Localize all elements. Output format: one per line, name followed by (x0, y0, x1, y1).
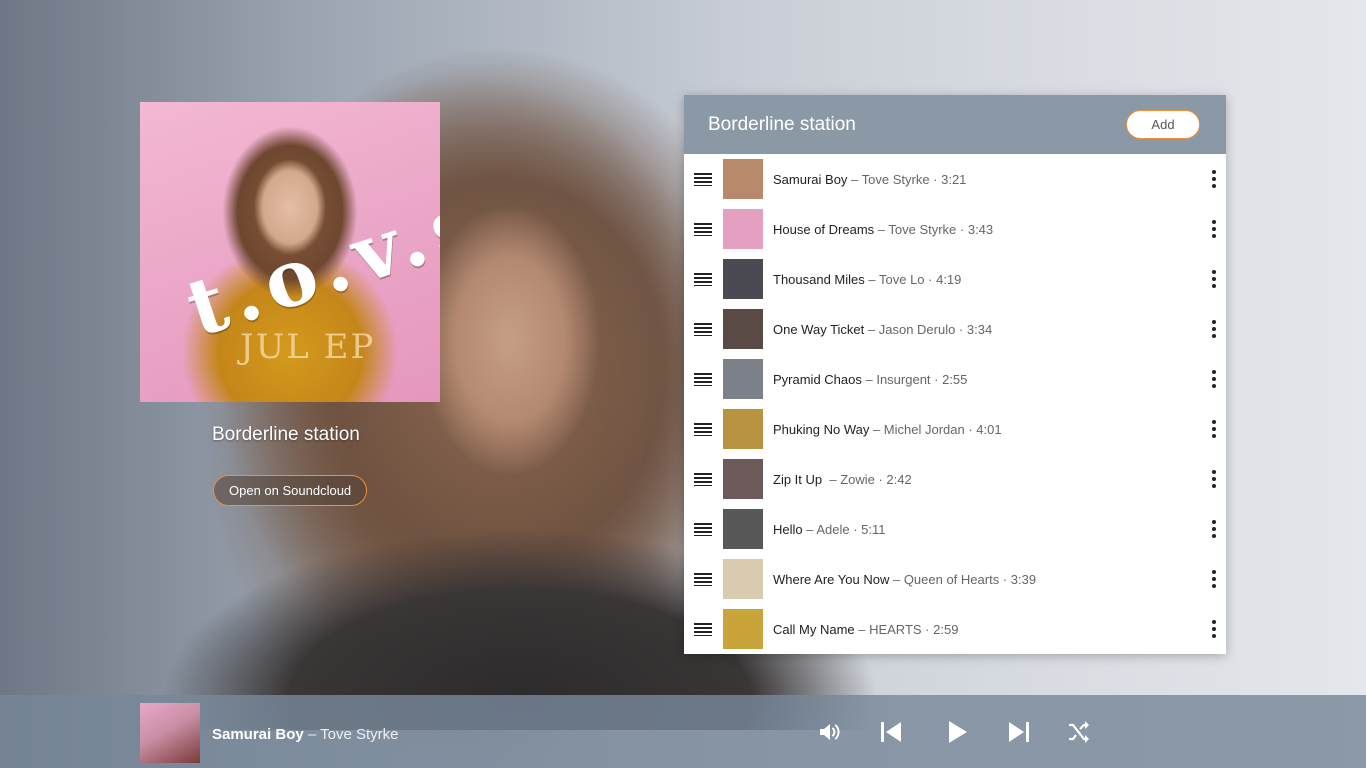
playlist-title: Borderline station (708, 114, 856, 135)
drag-handle-icon[interactable] (694, 172, 712, 186)
more-options-icon[interactable] (1210, 520, 1218, 538)
track-title: Where Are You Now (773, 571, 890, 587)
more-options-icon[interactable] (1210, 270, 1218, 288)
track-row[interactable]: Zip It Up – Zowie · 2:42 (684, 454, 1226, 504)
track-row[interactable]: Pyramid Chaos – Insurgent · 2:55 (684, 354, 1226, 404)
player-bar: Samurai Boy – Tove Styrke (0, 695, 1366, 768)
station-title: Borderline station (212, 424, 360, 445)
play-icon[interactable] (945, 720, 969, 744)
track-details: – Michel Jordan · 4:01 (869, 421, 1002, 437)
playlist-panel: Borderline station Add Samurai Boy – Tov… (684, 95, 1226, 654)
track-details: – HEARTS · 2:59 (854, 621, 959, 637)
playlist-header: Borderline station Add (684, 95, 1226, 154)
drag-handle-icon[interactable] (694, 622, 712, 636)
track-title: Samurai Boy (773, 171, 848, 187)
track-thumbnail (723, 609, 763, 649)
track-thumbnail (723, 359, 763, 399)
more-options-icon[interactable] (1210, 420, 1218, 438)
track-details: – Adele · 5:11 (802, 521, 886, 537)
track-row[interactable]: House of Dreams – Tove Styrke · 3:43 (684, 204, 1226, 254)
volume-icon[interactable] (818, 720, 842, 744)
track-title: Zip It Up (773, 471, 823, 487)
next-icon[interactable] (1007, 720, 1031, 744)
drag-handle-icon[interactable] (694, 522, 712, 536)
track-list: Samurai Boy – Tove Styrke · 3:21 House o… (684, 154, 1226, 654)
track-row[interactable]: Phuking No Way – Michel Jordan · 4:01 (684, 404, 1226, 454)
track-row[interactable]: Where Are You Now – Queen of Hearts · 3:… (684, 554, 1226, 604)
track-details: – Tove Styrke · 3:21 (847, 171, 967, 187)
track-thumbnail (723, 159, 763, 199)
track-title: Pyramid Chaos (773, 371, 862, 387)
track-details: – Zowie · 2:42 (822, 471, 912, 487)
more-options-icon[interactable] (1210, 320, 1218, 338)
track-row[interactable]: Samurai Boy – Tove Styrke · 3:21 (684, 154, 1226, 204)
more-options-icon[interactable] (1210, 370, 1218, 388)
shuffle-icon[interactable] (1067, 720, 1091, 744)
track-thumbnail (723, 559, 763, 599)
track-title: Thousand Miles (773, 271, 865, 287)
track-title: House of Dreams (773, 221, 875, 237)
track-row[interactable]: Call My Name – HEARTS · 2:59 (684, 604, 1226, 654)
track-thumbnail (723, 459, 763, 499)
track-details: – Tove Lo · 4:19 (864, 271, 962, 287)
track-thumbnail (723, 409, 763, 449)
track-thumbnail (723, 509, 763, 549)
album-art: t.o.v.s JUL EP (140, 102, 440, 402)
track-title: One Way Ticket (773, 321, 865, 337)
now-playing-text: Samurai Boy – Tove Styrke (212, 726, 398, 743)
track-row[interactable]: Thousand Miles – Tove Lo · 4:19 (684, 254, 1226, 304)
previous-icon[interactable] (879, 720, 903, 744)
more-options-icon[interactable] (1210, 620, 1218, 638)
drag-handle-icon[interactable] (694, 272, 712, 286)
more-options-icon[interactable] (1210, 570, 1218, 588)
track-thumbnail (723, 259, 763, 299)
track-title: Call My Name (773, 621, 855, 637)
drag-handle-icon[interactable] (694, 222, 712, 236)
more-options-icon[interactable] (1210, 470, 1218, 488)
track-thumbnail (723, 209, 763, 249)
track-thumbnail (723, 309, 763, 349)
track-details: – Tove Styrke · 3:43 (874, 221, 994, 237)
more-options-icon[interactable] (1210, 170, 1218, 188)
now-playing-artist: – Tove Styrke (303, 726, 399, 743)
drag-handle-icon[interactable] (694, 422, 712, 436)
drag-handle-icon[interactable] (694, 372, 712, 386)
more-options-icon[interactable] (1210, 220, 1218, 238)
drag-handle-icon[interactable] (694, 322, 712, 336)
track-row[interactable]: One Way Ticket – Jason Derulo · 3:34 (684, 304, 1226, 354)
now-playing-thumbnail (140, 703, 200, 763)
track-details: – Jason Derulo · 3:34 (864, 321, 993, 337)
open-soundcloud-button[interactable]: Open on Soundcloud (213, 475, 368, 506)
track-details: – Insurgent · 2:55 (861, 371, 968, 387)
track-details: – Queen of Hearts · 3:39 (889, 571, 1037, 587)
track-title: Phuking No Way (773, 421, 870, 437)
track-title: Hello (773, 521, 803, 537)
add-button[interactable]: Add (1126, 110, 1200, 139)
track-row[interactable]: Hello – Adele · 5:11 (684, 504, 1226, 554)
drag-handle-icon[interactable] (694, 572, 712, 586)
now-playing-title: Samurai Boy (212, 726, 304, 743)
drag-handle-icon[interactable] (694, 472, 712, 486)
album-ep-label: JUL EP (240, 327, 376, 367)
